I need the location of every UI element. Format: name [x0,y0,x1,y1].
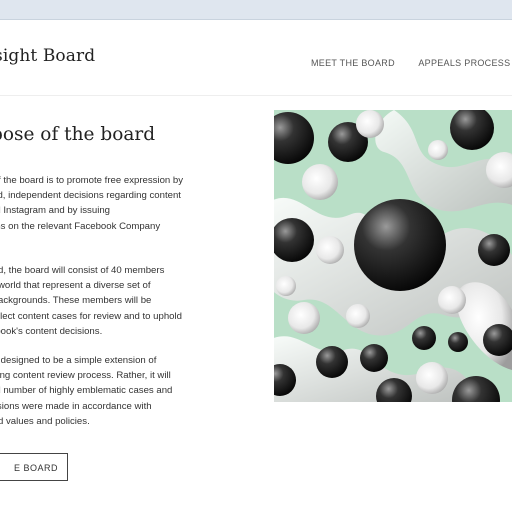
paragraph-purpose: of the board is to promote free expressi… [0,175,184,232]
section-heading: pose of the board [0,124,156,145]
site-header: sight Board MEET THE BOARD APPEALS PROCE… [0,20,512,96]
browser-chrome-strip [0,0,512,20]
main-content: pose of the board of the board is to pro… [0,96,512,512]
nav-appeals-process[interactable]: APPEALS PROCESS [418,58,510,68]
artwork-svg [274,110,512,402]
abstract-artwork-image [274,110,512,402]
site-logo-text[interactable]: sight Board [0,46,95,66]
nav-meet-the-board[interactable]: MEET THE BOARD [311,58,395,68]
main-nav: MEET THE BOARD APPEALS PROCESS [311,53,512,71]
meet-the-board-button[interactable]: E BOARD [0,453,68,481]
paragraph-members: fed, the board will consist of 40 member… [0,265,182,337]
paragraph-extension: ot designed to be a simple extension of … [0,355,173,427]
